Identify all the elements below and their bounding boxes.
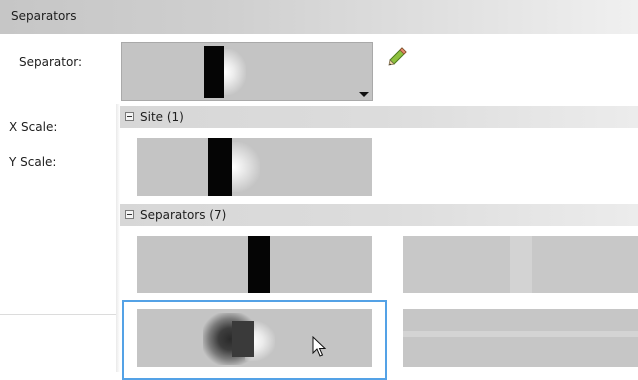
divider [0,314,118,315]
mouse-cursor-icon [312,336,327,357]
group-header-site[interactable]: Site (1) [120,106,638,128]
separator-bar [232,321,254,357]
group-label-site: Site (1) [140,110,184,124]
separator-option-site[interactable] [137,138,372,196]
collapse-icon[interactable] [125,210,134,219]
group-header-separators[interactable]: Separators (7) [120,204,638,226]
dropdown-arrow-icon[interactable] [359,92,369,97]
section-header: Separators [0,0,638,34]
separator-option-1[interactable] [137,236,372,293]
collapse-icon[interactable] [125,112,134,121]
dropdown-panel-edge [116,104,120,372]
x-scale-label: X Scale: [9,120,58,134]
separator-label: Separator: [19,55,83,69]
separator-option-4[interactable] [403,309,638,367]
section-title: Separators [11,9,77,23]
separator-band [510,236,532,293]
separator-bar [208,138,232,196]
separator-dropdown[interactable] [121,42,373,101]
separator-line [403,331,638,337]
separator-option-3[interactable] [137,309,372,367]
separator-option-2[interactable] [403,236,638,293]
separator-glow [228,142,260,192]
separator-preview-bar [204,46,224,98]
separator-bar [248,236,270,293]
y-scale-label: Y Scale: [9,155,57,169]
group-label-separators: Separators (7) [140,208,227,222]
edit-pencil-icon[interactable] [386,46,408,68]
